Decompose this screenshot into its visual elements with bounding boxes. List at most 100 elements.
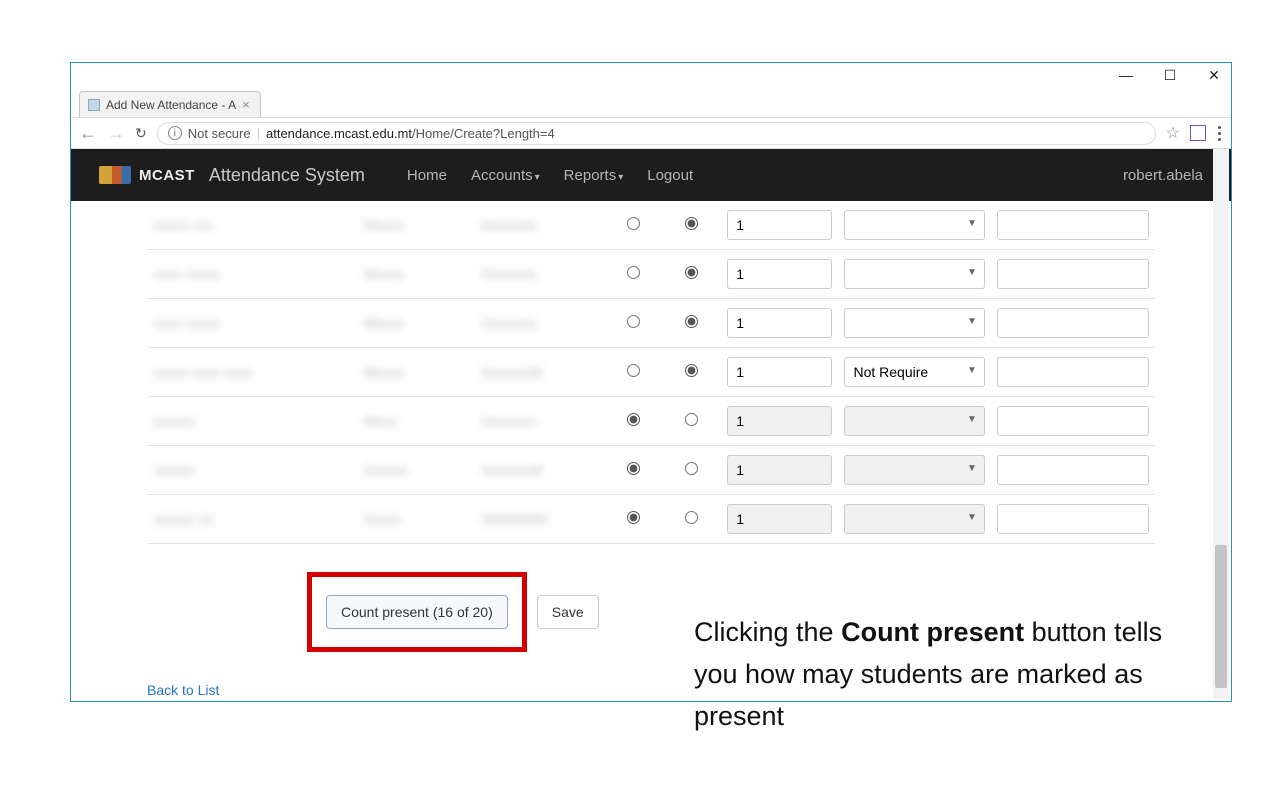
- cell-name: xxxxx xxx: [147, 201, 358, 250]
- hours-input[interactable]: [727, 357, 832, 387]
- notes-input[interactable]: [997, 210, 1149, 240]
- cell-id: 0xxxxxxL: [475, 250, 604, 299]
- count-present-button[interactable]: Count present (16 of 20): [326, 595, 508, 629]
- cell-id: 0xxxxxxL: [475, 299, 604, 348]
- browser-tab[interactable]: Add New Attendance - A ×: [79, 91, 261, 117]
- cell-id: 0xxxxxxx: [475, 397, 604, 446]
- browser-window: — ☐ ✕ Add New Attendance - A × ← → ↻ i N…: [70, 62, 1232, 702]
- brand-subtitle: Attendance System: [209, 165, 365, 186]
- reason-select[interactable]: [844, 308, 984, 338]
- url-path: /Home/Create?Length=4: [412, 126, 555, 141]
- cell-mid: Sxxxxx: [358, 446, 475, 495]
- reason-select[interactable]: [844, 210, 984, 240]
- cell-mid: Mxxxx: [358, 299, 475, 348]
- radio-absent[interactable]: [627, 266, 640, 279]
- cell-name: xxxxxx xx: [147, 495, 358, 544]
- table-row: xxxx xxxxxMxxxx0xxxxxxL: [147, 299, 1155, 348]
- save-button[interactable]: Save: [537, 595, 599, 629]
- cell-mid: Mxxxx: [358, 348, 475, 397]
- tab-strip: Add New Attendance - A ×: [79, 87, 261, 117]
- bookmark-star-icon[interactable]: ☆: [1166, 123, 1180, 143]
- reason-select[interactable]: [844, 357, 984, 387]
- cell-mid: Sxxxx: [358, 495, 475, 544]
- url-host: attendance.mcast.edu.mt: [266, 126, 412, 141]
- tab-close-icon[interactable]: ×: [242, 97, 250, 112]
- cell-name: xxxxxx: [147, 397, 358, 446]
- reason-select[interactable]: [844, 259, 984, 289]
- radio-present[interactable]: [685, 511, 698, 524]
- radio-absent[interactable]: [627, 462, 640, 475]
- browser-menu-icon[interactable]: [1216, 124, 1223, 143]
- hours-input[interactable]: [727, 210, 832, 240]
- extension-icon[interactable]: [1190, 125, 1206, 141]
- radio-absent[interactable]: [627, 217, 640, 230]
- nav-user[interactable]: robert.abela: [1123, 167, 1203, 184]
- cell-mid: Mxxxx: [358, 250, 475, 299]
- cell-name: xxxxx xxxx xxxx: [147, 348, 358, 397]
- table-row: xxxxx xxxx xxxxMxxxx0xxxxxxM: [147, 348, 1155, 397]
- security-label: Not secure: [188, 126, 251, 141]
- cell-id: 0000000M: [475, 495, 604, 544]
- table-row: xxxxxxMxxx0xxxxxxx: [147, 397, 1155, 446]
- back-button[interactable]: ←: [79, 123, 97, 144]
- hours-input[interactable]: [727, 406, 832, 436]
- window-close[interactable]: ✕: [1205, 67, 1223, 84]
- cell-id: 0xxxxxxL: [475, 201, 604, 250]
- radio-present[interactable]: [685, 217, 698, 230]
- radio-present[interactable]: [685, 315, 698, 328]
- brand-name: MCAST: [139, 167, 195, 184]
- notes-input[interactable]: [997, 357, 1149, 387]
- hours-input[interactable]: [727, 308, 832, 338]
- notes-input[interactable]: [997, 406, 1149, 436]
- reason-select[interactable]: [844, 455, 984, 485]
- radio-present[interactable]: [685, 266, 698, 279]
- hours-input[interactable]: [727, 259, 832, 289]
- cell-id: 0xxxxxxM: [475, 446, 604, 495]
- reason-select[interactable]: [844, 406, 984, 436]
- navbar: MCAST Attendance System Home Accounts▾ R…: [71, 149, 1231, 201]
- radio-absent[interactable]: [627, 364, 640, 377]
- info-icon[interactable]: i: [168, 126, 182, 140]
- window-maximize[interactable]: ☐: [1161, 67, 1179, 84]
- vertical-scrollbar[interactable]: [1213, 149, 1229, 699]
- reload-button[interactable]: ↻: [135, 125, 147, 142]
- address-bar[interactable]: i Not secure | attendance.mcast.edu.mt/H…: [157, 122, 1156, 145]
- hours-input[interactable]: [727, 504, 832, 534]
- notes-input[interactable]: [997, 504, 1149, 534]
- radio-absent[interactable]: [627, 315, 640, 328]
- cell-name: xxxxxx: [147, 446, 358, 495]
- table-row: xxxxxxSxxxxx0xxxxxxM: [147, 446, 1155, 495]
- cell-name: xxxx xxxxx: [147, 299, 358, 348]
- cell-id: 0xxxxxxM: [475, 348, 604, 397]
- cell-mid: Mxxxx: [358, 201, 475, 250]
- nav-home[interactable]: Home: [395, 167, 459, 184]
- radio-present[interactable]: [685, 364, 698, 377]
- radio-absent[interactable]: [627, 413, 640, 426]
- nav-logout[interactable]: Logout: [635, 167, 705, 184]
- table-row: xxxxxx xxSxxxx0000000M: [147, 495, 1155, 544]
- table-row: xxxx xxxxxMxxxx0xxxxxxL: [147, 250, 1155, 299]
- tab-title: Add New Attendance - A: [106, 98, 236, 112]
- reason-select[interactable]: [844, 504, 984, 534]
- notes-input[interactable]: [997, 455, 1149, 485]
- nav-accounts[interactable]: Accounts▾: [459, 167, 552, 184]
- window-controls: — ☐ ✕: [1117, 67, 1223, 84]
- highlight-box: Count present (16 of 20): [307, 572, 527, 652]
- table-row: xxxxx xxxMxxxx0xxxxxxL: [147, 201, 1155, 250]
- cell-mid: Mxxx: [358, 397, 475, 446]
- nav-reports[interactable]: Reports▾: [552, 167, 636, 184]
- window-minimize[interactable]: —: [1117, 67, 1135, 84]
- notes-input[interactable]: [997, 259, 1149, 289]
- brand-logo-icon: [99, 166, 131, 184]
- scrollbar-thumb[interactable]: [1215, 545, 1227, 688]
- notes-input[interactable]: [997, 308, 1149, 338]
- radio-absent[interactable]: [627, 511, 640, 524]
- cell-name: xxxx xxxxx: [147, 250, 358, 299]
- radio-present[interactable]: [685, 462, 698, 475]
- hours-input[interactable]: [727, 455, 832, 485]
- annotation-callout: Clicking the Count present button tells …: [694, 612, 1164, 738]
- attendance-table: xxxxx xxxMxxxx0xxxxxxLxxxx xxxxxMxxxx0xx…: [147, 201, 1155, 544]
- forward-button[interactable]: →: [107, 123, 125, 144]
- favicon: [88, 99, 100, 111]
- radio-present[interactable]: [685, 413, 698, 426]
